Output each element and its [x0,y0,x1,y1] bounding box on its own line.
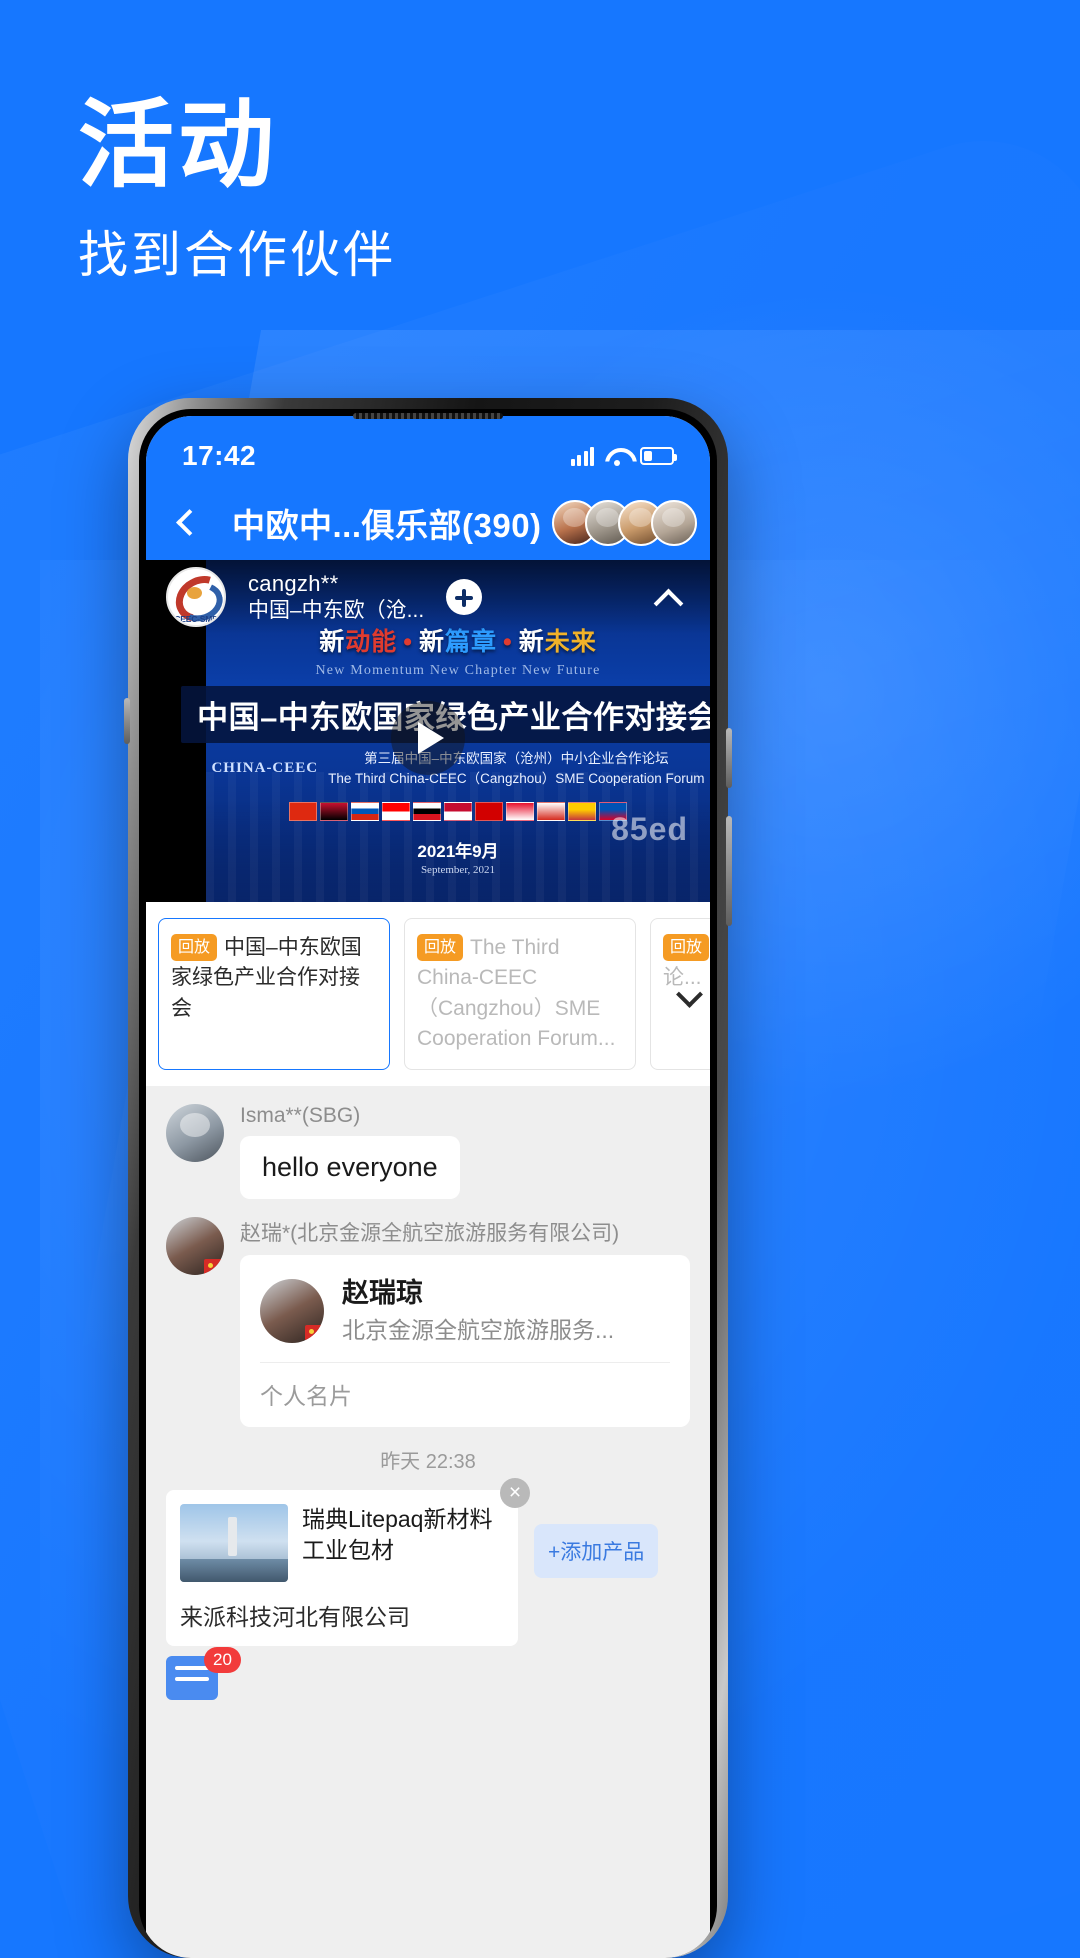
signal-icon [570,446,594,466]
message-body: 赵瑞*(北京金源全航空旅游服务有限公司) 赵瑞琼 北京金源全航空旅游服务... … [240,1217,690,1428]
channel-logo: CEEC-SME [166,567,226,627]
replay-tab-1[interactable]: 回放 The Third China-CEEC（Cangzhou）SME Coop… [404,918,636,1070]
flag-icon [537,802,565,822]
chat-message-text: Isma**(SBG) hello everyone [146,1103,710,1199]
business-card-bubble[interactable]: 赵瑞琼 北京金源全航空旅游服务... 个人名片 [240,1254,690,1428]
chat-input-bar[interactable]: 20 [146,1646,710,1701]
app-bar: 中欧中...俱乐部(390) [146,486,710,560]
phone-mockup: 17:42 中欧中...俱乐部(390) 新动能 • 新篇章 • 新未来 New… [124,398,732,1958]
flag-icon [382,802,410,822]
message-sender: Isma**(SBG) [240,1103,361,1127]
phone-earpiece [353,413,503,419]
phone-bezel: 17:42 中欧中...俱乐部(390) 新动能 • 新篇章 • 新未来 New… [139,409,717,1958]
channel-name: cangzh** [248,570,339,596]
close-icon[interactable]: × [500,1478,530,1509]
product-card-top: 瑞典Litepaq新材料工业包材 [180,1504,504,1583]
poster-date-cn: 2021年9月 [417,842,499,862]
video-overlay-header: CEEC-SME cangzh** 中国–中东欧（沧... [146,560,710,634]
plus-icon[interactable] [446,579,483,615]
flag-icon [506,802,534,822]
chevron-left-icon[interactable] [172,510,198,536]
business-card-footer: 个人名片 [260,1383,352,1410]
flag-icon [475,802,503,822]
flag-icon [413,802,441,822]
poster-slogan-en: New Momentum New Chapter New Future [315,663,601,678]
message-sender: 赵瑞*(北京金源全航空旅游服务有限公司) [240,1221,620,1245]
message-bubble[interactable]: hello everyone [240,1135,460,1199]
avatar [260,1278,324,1343]
business-card-header: 赵瑞琼 北京金源全航空旅游服务... [260,1277,670,1345]
product-message-row: × 瑞典Litepaq新材料工业包材 来派科技河北有限公司 +添加产品 [146,1478,710,1647]
product-card[interactable]: × 瑞典Litepaq新材料工业包材 来派科技河北有限公司 [166,1478,530,1647]
phone-volume-button [124,698,130,744]
flag-strip [289,802,627,822]
replay-badge: 回放 [663,934,710,962]
status-bar: 17:42 [146,416,710,486]
member-avatars[interactable] [551,500,697,546]
channel-desc: 中国–中东欧（沧... [248,598,425,622]
flag-icon [320,802,348,822]
avatar[interactable] [166,1216,224,1275]
flag-icon [289,802,317,822]
flag-icon [444,802,472,822]
time-separator: 昨天 22:38 [380,1451,476,1474]
wifi-icon [605,447,629,466]
product-image [180,1504,288,1583]
add-product-button[interactable]: +添加产品 [534,1524,659,1579]
china-ceec-mark: CHINA-CEEC [211,760,319,777]
avatar[interactable] [650,500,697,546]
replay-badge: 回放 [417,934,464,962]
message-body: Isma**(SBG) hello everyone [240,1104,690,1199]
product-title: 瑞典Litepaq新材料工业包材 [302,1506,493,1564]
unread-badge: 20 [204,1647,241,1674]
avatar[interactable] [166,1103,224,1162]
flag-icon [568,802,596,822]
page-title: 中欧中...俱乐部(390) [232,507,542,544]
video-watermark: 85ed [611,811,688,847]
channel-meta: cangzh** 中国–中东欧（沧... [248,571,424,623]
hero-block: 活动 找到合作伙伴 [78,92,396,285]
poster-sub-cn: 第三届中国–中东欧国家（沧州）中小企业合作论坛 [364,751,669,766]
replay-badge: 回放 [171,934,218,962]
phone-side-button [726,816,732,926]
status-time: 17:42 [182,440,257,471]
battery-icon [640,447,677,465]
replay-tab-bar[interactable]: 回放 中国–中东欧国家绿色产业合作对接会 回放 The Third China-CE… [146,902,710,1086]
play-icon[interactable] [391,700,465,775]
video-player[interactable]: 新动能 • 新篇章 • 新未来 New Momentum New Chapter New… [146,560,710,902]
business-card-name: 赵瑞琼 [342,1277,423,1308]
status-icons [570,446,677,466]
product-company: 来派科技河北有限公司 [180,1604,410,1631]
hero-title: 活动 [78,92,278,199]
hero-subtitle: 找到合作伙伴 [78,226,396,283]
chevron-down-icon[interactable] [676,981,702,1007]
phone-power-button [726,728,732,788]
chevron-up-icon[interactable] [652,580,686,614]
business-card-org: 北京金源全航空旅游服务... [342,1316,615,1343]
poster-date-en: September, 2021 [420,864,496,877]
flag-icon [351,802,379,822]
phone-screen: 17:42 中欧中...俱乐部(390) 新动能 • 新篇章 • 新未来 New… [146,416,710,1958]
chat-message-card: 赵瑞*(北京金源全航空旅游服务有限公司) 赵瑞琼 北京金源全航空旅游服务... … [146,1216,710,1428]
poster-sub-en: The Third China-CEEC（Cangzhou）SME Cooper… [328,770,705,786]
replay-tab-0[interactable]: 回放 中国–中东欧国家绿色产业合作对接会 [158,918,390,1070]
chat-list: Isma**(SBG) hello everyone 赵瑞*(北京金源全航空旅游… [146,1085,710,1701]
